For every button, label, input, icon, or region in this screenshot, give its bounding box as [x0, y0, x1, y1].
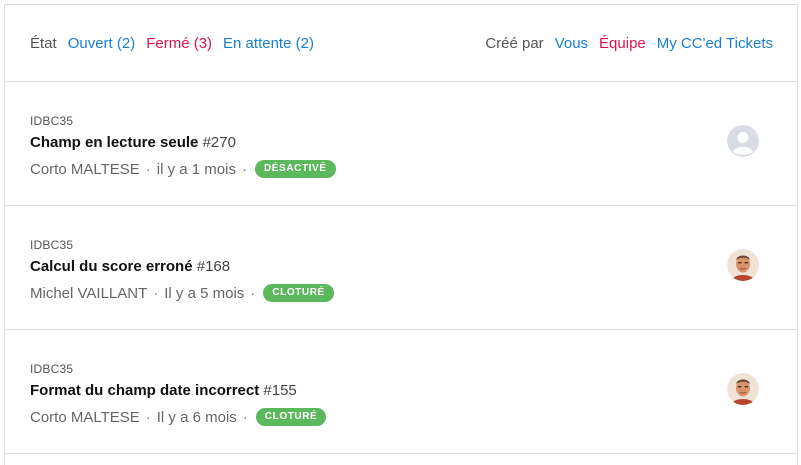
filter-open[interactable]: Ouvert (2): [68, 35, 136, 52]
user-avatar: [727, 249, 759, 281]
status-badge: CLOTURÉ: [263, 284, 334, 302]
ticket-title[interactable]: Calcul du score erroné: [30, 258, 193, 275]
ticket-project: IDBC35: [30, 362, 74, 376]
separator-dot: ·: [242, 408, 248, 426]
ticket-title-line: Champ en lecture seule #270: [30, 134, 236, 151]
tickets-panel: État Ouvert (2) Fermé (3) En attente (2)…: [4, 4, 798, 465]
filter-closed[interactable]: Fermé (3): [146, 35, 212, 52]
ticket-number: #270: [202, 134, 236, 151]
user-avatar: [727, 373, 759, 405]
separator-dot: ·: [145, 408, 151, 426]
default-avatar-icon: [727, 125, 759, 157]
status-badge: CLOTURÉ: [255, 408, 327, 426]
separator-dot: ·: [250, 284, 256, 302]
filter-you[interactable]: Vous: [555, 35, 588, 52]
filter-team[interactable]: Équipe: [599, 35, 646, 52]
ticket-number: #155: [263, 382, 297, 399]
ticket-meta: Michel VAILLANT · Il y a 5 mois · CLOTUR…: [30, 284, 334, 302]
ticket-title[interactable]: Champ en lecture seule: [30, 134, 198, 151]
separator-dot: ·: [241, 160, 247, 178]
filter-bar: État Ouvert (2) Fermé (3) En attente (2)…: [5, 5, 797, 82]
filter-cc[interactable]: My CC'ed Tickets: [657, 35, 773, 52]
ticket-number: #168: [196, 258, 231, 275]
ticket-project: IDBC35: [30, 114, 74, 128]
status-badge: DÉSACTIVÉ: [254, 160, 336, 178]
ticket-author: Michel VAILLANT: [30, 284, 148, 302]
ticket-time: Il y a 6 mois: [156, 408, 237, 426]
ticket-title-line: Format du champ date incorrect #155: [30, 382, 297, 399]
ticket-title[interactable]: Format du champ date incorrect: [30, 382, 259, 399]
separator-dot: ·: [153, 284, 159, 302]
ticket-time: Il y a 5 mois: [164, 284, 245, 302]
ticket-time: il y a 1 mois: [156, 160, 236, 178]
ticket-row[interactable]: IDBC35 Calcul du score erroné #168 Miche…: [5, 206, 797, 330]
ticket-project: IDBC35: [30, 238, 74, 252]
filter-pending[interactable]: En attente (2): [223, 35, 314, 52]
ticket-row[interactable]: IDBC35 Format du champ date incorrect #1…: [5, 330, 797, 454]
ticket-author: Corto MALTESE: [30, 408, 140, 426]
state-filter-group: État Ouvert (2) Fermé (3) En attente (2): [30, 35, 314, 52]
ticket-author: Corto MALTESE: [30, 160, 140, 178]
ticket-title-line: Calcul du score erroné #168: [30, 258, 230, 275]
creator-filter-group: Créé par Vous Équipe My CC'ed Tickets: [485, 35, 773, 52]
created-by-label: Créé par: [485, 34, 544, 52]
ticket-meta: Corto MALTESE · Il y a 6 mois · CLOTURÉ: [30, 408, 327, 426]
state-label: État: [30, 34, 57, 52]
ticket-meta: Corto MALTESE · il y a 1 mois · DÉSACTIV…: [30, 160, 336, 178]
separator-dot: ·: [145, 160, 151, 178]
ticket-row[interactable]: IDBC35 Champ en lecture seule #270 Corto…: [5, 82, 797, 206]
